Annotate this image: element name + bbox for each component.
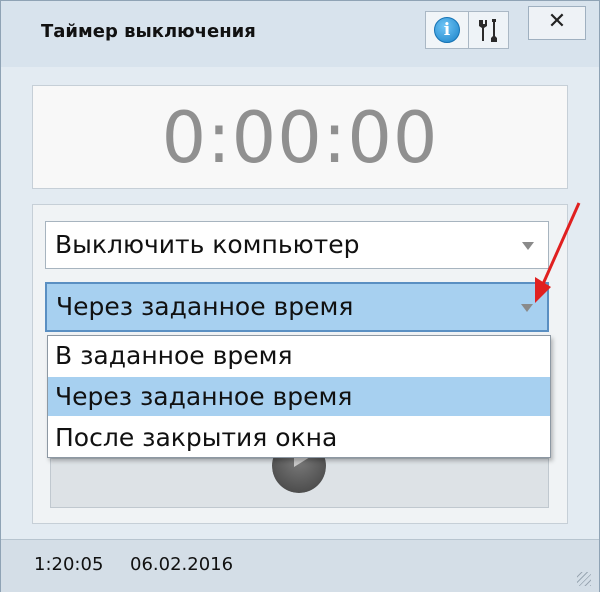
annotation-arrow [535, 202, 581, 303]
mode-dropdown-list: В заданное время Через заданное время По… [47, 335, 551, 458]
mode-select[interactable]: Через заданное время [45, 282, 549, 332]
close-button[interactable]: ✕ [528, 6, 586, 40]
timer-value: 0:00:00 [161, 97, 439, 179]
info-button[interactable]: i [425, 11, 469, 49]
shutdown-timer-window: Таймер выключения i ✕ 0:00:00 Выключить … [0, 0, 600, 592]
action-select[interactable]: Выключить компьютер [45, 221, 549, 269]
title-bar: Таймер выключения i ✕ [1, 1, 599, 67]
action-select-value: Выключить компьютер [55, 230, 360, 259]
close-icon: ✕ [547, 9, 567, 34]
timer-display: 0:00:00 [32, 85, 568, 189]
mode-select-value: Через заданное время [56, 292, 354, 321]
status-time: 1:20:05 [34, 554, 104, 575]
resize-grip-icon[interactable] [577, 572, 591, 586]
status-bar: 1:20:05 06.02.2016 [1, 539, 599, 592]
window-title: Таймер выключения [41, 21, 256, 42]
dropdown-option[interactable]: После закрытия окна [48, 418, 550, 457]
dropdown-option[interactable]: В заданное время [48, 336, 550, 375]
tools-icon [479, 19, 497, 42]
status-date: 06.02.2016 [130, 554, 234, 575]
info-icon: i [434, 17, 460, 43]
dropdown-option-selected[interactable]: Через заданное время [48, 377, 550, 416]
settings-button[interactable] [469, 11, 509, 49]
